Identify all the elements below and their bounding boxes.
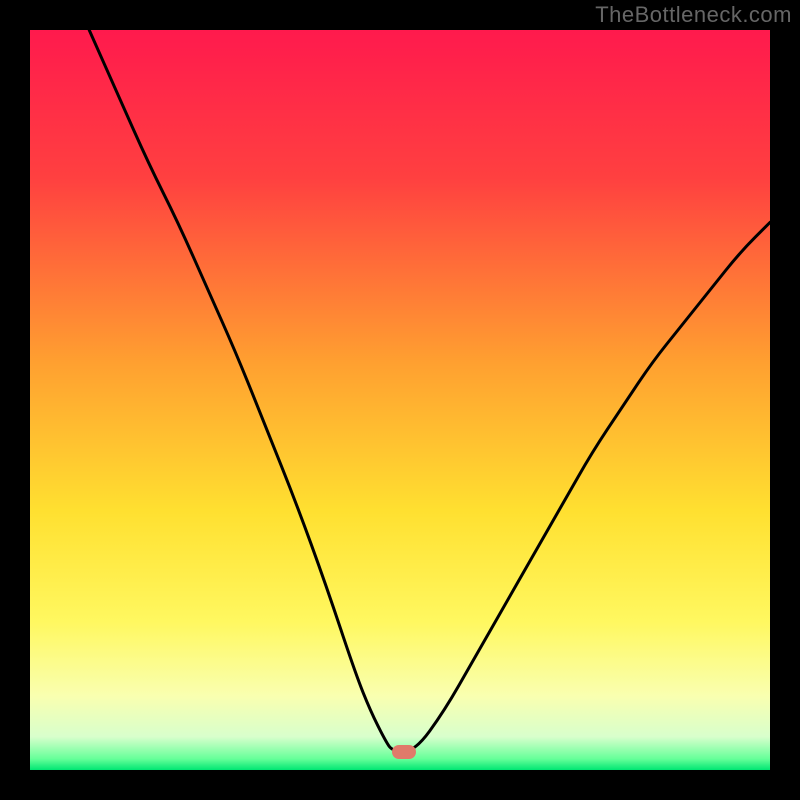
chart-frame: TheBottleneck.com [0, 0, 800, 800]
bottleneck-curve [30, 30, 770, 770]
watermark-text: TheBottleneck.com [595, 2, 792, 28]
plot-area [30, 30, 770, 770]
optimal-marker [392, 745, 416, 759]
